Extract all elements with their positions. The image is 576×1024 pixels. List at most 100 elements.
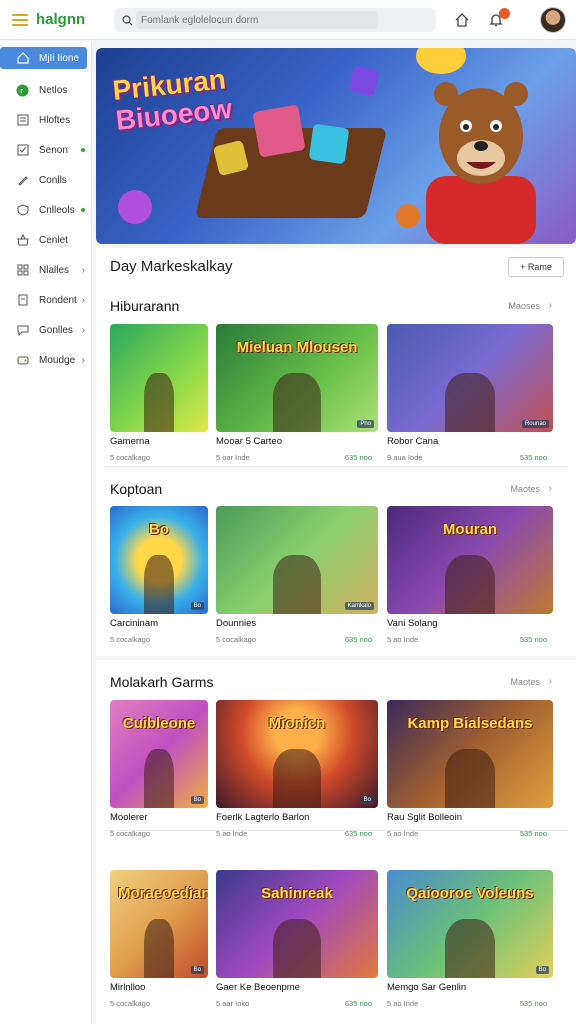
pen-icon	[16, 174, 29, 187]
search-bar[interactable]	[114, 8, 436, 32]
thumbnail-badge: Bo	[190, 602, 204, 610]
game-thumbnail[interactable]: Mionicn Bo	[216, 700, 378, 808]
game-thumbnail[interactable]: Cuibleone Bo	[110, 700, 208, 808]
see-more-link[interactable]: Maotes	[510, 484, 540, 494]
game-meta: 5 ao Inde 535 noo	[387, 635, 553, 644]
doc-icon	[16, 294, 29, 307]
game-thumbnail[interactable]: Mouran	[387, 506, 553, 614]
game-subtitle: 5 cocalkago	[110, 999, 151, 1008]
sidebar-item-2[interactable]: Hloftes	[0, 105, 91, 135]
sidebar-item-9[interactable]: Gonlles ›	[0, 315, 91, 345]
home-top-icon[interactable]	[452, 10, 472, 30]
search-input[interactable]	[141, 14, 371, 26]
section-title: Koptoan	[110, 481, 163, 497]
game-thumbnail[interactable]: Rounao	[387, 324, 553, 432]
game-price: 635 noo	[344, 453, 372, 462]
sidebar-item-label: Nlalles	[39, 264, 70, 276]
game-meta: 5 cocalkago	[110, 999, 208, 1008]
game-title[interactable]: Robor Cana	[387, 436, 553, 447]
game-card[interactable]: Kamkalo Dounnies 5 cocalkago 635 noo	[216, 506, 378, 644]
thumbnail-title-art: Bo	[149, 521, 169, 538]
game-title[interactable]: Mooar 5 Carteo	[216, 436, 378, 447]
game-card[interactable]: Qaiooroe Voleuns Bo Memgo Sar Genlin 5 ao I…	[387, 870, 553, 1008]
game-price: 635 noo	[344, 999, 372, 1008]
game-title[interactable]: Foerlk Lagterlo Barlon	[216, 812, 378, 823]
game-thumbnail[interactable]: Bo Bo	[110, 506, 208, 614]
character-figure	[144, 748, 174, 808]
checkbox-icon	[16, 144, 29, 157]
thumbnail-title-art: Moraeoedian	[118, 885, 208, 902]
basket-icon	[16, 234, 29, 247]
logo[interactable]: halgnn	[12, 11, 110, 28]
game-title[interactable]: Rau Sglit Bolleoin	[387, 812, 553, 823]
sidebar-item-label: Senon	[39, 144, 68, 156]
game-thumbnail[interactable]: Qaiooroe Voleuns Bo	[387, 870, 553, 978]
game-title[interactable]: Gaer Ke Beoenpme	[216, 982, 378, 993]
sidebar-item-label: Moudge	[39, 354, 76, 366]
game-card[interactable]: Rounao Robor Cana 9 aua Iode 535 noo	[387, 324, 553, 462]
game-card[interactable]: Mieluan Mlousen Pho Mooar 5 Carteo 5 oar In…	[216, 324, 378, 462]
sidebar-item-label: Cnlleols	[39, 204, 75, 216]
game-card[interactable]: Moraeoedian Bo Mirlnlloo 5 cocalkago	[110, 870, 208, 1008]
game-card[interactable]: Bo Bo Carcininam 5 cocalkago	[110, 506, 208, 644]
sidebar-item-1[interactable]: r Netlos	[0, 75, 91, 105]
game-price: 535 noo	[519, 453, 547, 462]
game-title[interactable]: Carcininam	[110, 618, 208, 629]
game-thumbnail[interactable]	[110, 324, 208, 432]
game-card[interactable]: Kamp Bialsedans Rau Sglit Bolleoin 5 ao In…	[387, 700, 553, 838]
character-figure	[272, 748, 322, 808]
sidebar-item-10[interactable]: Moudge ›	[0, 345, 91, 375]
sidebar-item-8[interactable]: Rondent ›	[0, 285, 91, 315]
game-card[interactable]: Gamerna 5 cocalkago	[110, 324, 208, 462]
notifications-button[interactable]	[486, 8, 510, 30]
game-thumbnail[interactable]: Kamp Bialsedans	[387, 700, 553, 808]
sidebar-item-label: Netlos	[39, 84, 68, 96]
sidebar-item-4[interactable]: Conlls	[0, 165, 91, 195]
game-thumbnail[interactable]: Moraeoedian Bo	[110, 870, 208, 978]
status-dot	[81, 148, 85, 152]
game-title[interactable]: Memgo Sar Genlin	[387, 982, 553, 993]
sidebar-item-5[interactable]: Cnlleols	[0, 195, 91, 225]
game-title[interactable]: Gamerna	[110, 436, 208, 447]
hamburger-icon[interactable]	[12, 13, 28, 26]
status-dot	[81, 208, 85, 212]
game-thumbnail[interactable]: Kamkalo	[216, 506, 378, 614]
game-card[interactable]: Mouran Vani Solang 5 ao Inde 535 noo	[387, 506, 553, 644]
game-subtitle: 5 cocalkago	[110, 453, 151, 462]
chevron-right-icon[interactable]: ›	[549, 676, 552, 687]
game-title[interactable]: Vani Solang	[387, 618, 553, 629]
grid-icon	[16, 264, 29, 277]
game-subtitle: 9 aua Iode	[387, 453, 423, 462]
svg-text:r: r	[20, 86, 23, 95]
thumbnail-title-art: Cuibleone	[122, 715, 196, 732]
sidebar-item-0[interactable]: MjIi Iione	[0, 47, 87, 69]
see-more-link[interactable]: Maoses	[508, 301, 540, 311]
sidebar-item-3[interactable]: Senon	[0, 135, 91, 165]
game-card[interactable]: Sahinreak Gaer Ke Beoenpme 5 aar Ioko 635 n…	[216, 870, 378, 1008]
hero-banner[interactable]: Prikuran Biuoeow	[96, 48, 576, 244]
chevron-right-icon[interactable]: ›	[549, 300, 552, 311]
character-figure	[144, 554, 174, 614]
game-title[interactable]: Moolerer	[110, 812, 208, 823]
game-thumbnail[interactable]: Sahinreak	[216, 870, 378, 978]
chevron-right-icon[interactable]: ›	[549, 483, 552, 494]
sidebar-item-7[interactable]: Nlalles ›	[0, 255, 91, 285]
frame-button[interactable]: + Rame	[508, 257, 564, 277]
section-title: Hiburarann	[110, 298, 180, 314]
sidebar-item-6[interactable]: Cenlet	[0, 225, 91, 255]
game-card[interactable]: Cuibleone Bo Moolerer 5 cocalkago	[110, 700, 208, 838]
game-title[interactable]: Mirlnlloo	[110, 982, 208, 993]
game-meta: 5 aar Ioko 635 noo	[216, 999, 378, 1008]
gem-graphic	[396, 204, 420, 228]
house-icon	[455, 13, 469, 27]
thumbnail-title-art: Sahinreak	[261, 885, 333, 902]
sidebar-item-label: Rondent	[39, 294, 77, 306]
avatar[interactable]	[540, 7, 566, 33]
see-more-link[interactable]: Maotes	[510, 677, 540, 687]
game-card[interactable]: Mionicn Bo Foerlk Lagterlo Barlon 5 ao Inde…	[216, 700, 378, 838]
chevron-right-icon: ›	[81, 324, 85, 336]
notification-badge	[499, 8, 510, 19]
game-thumbnail[interactable]: Mieluan Mlousen Pho	[216, 324, 378, 432]
character-figure	[272, 372, 322, 432]
game-title[interactable]: Dounnies	[216, 618, 378, 629]
